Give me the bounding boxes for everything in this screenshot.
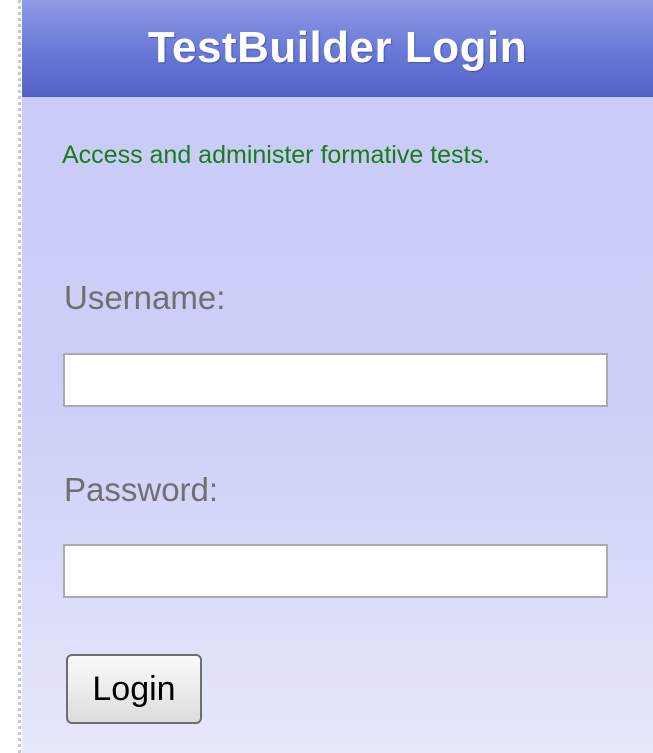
login-title: TestBuilder Login: [147, 23, 528, 72]
password-input[interactable]: [63, 544, 608, 598]
login-button[interactable]: Login: [66, 654, 202, 724]
login-panel: TestBuilder Login Access and administer …: [22, 0, 653, 753]
password-label: Password:: [64, 471, 219, 508]
login-description: Access and administer formative tests.: [62, 141, 490, 169]
login-header: TestBuilder Login: [22, 0, 653, 97]
username-input[interactable]: [63, 353, 608, 407]
page-left-margin: [0, 0, 16, 753]
dotted-divider: [18, 0, 21, 753]
username-label: Username:: [64, 279, 226, 316]
